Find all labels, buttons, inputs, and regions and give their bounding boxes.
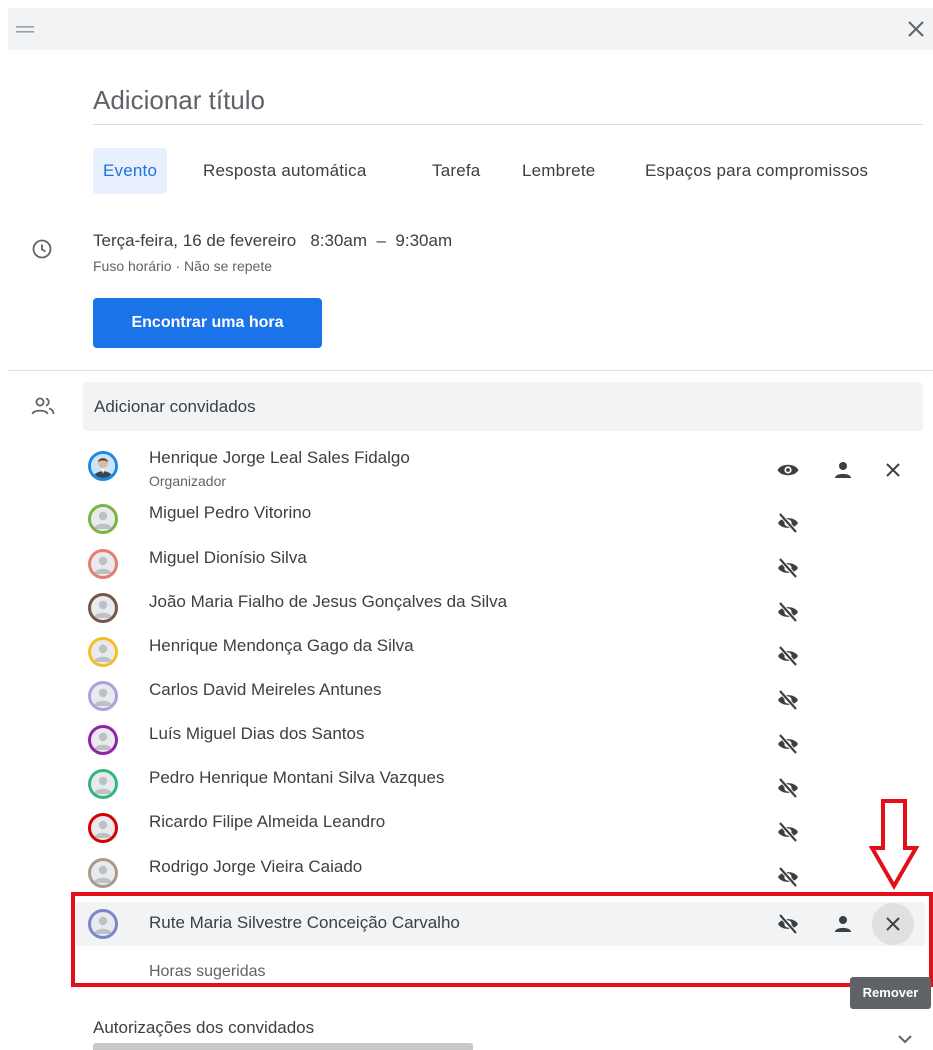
tab-espacos-compromissos[interactable]: Espaços para compromissos [645, 148, 868, 194]
event-end-time[interactable]: 9:30am [395, 231, 452, 250]
tab-resposta-automatica[interactable]: Resposta automática [203, 148, 367, 194]
guest-name: Pedro Henrique Montani Silva Vazques [149, 768, 445, 787]
hidden-eye-icon[interactable] [776, 600, 800, 624]
guest-name: Miguel Dionísio Silva [149, 548, 307, 567]
close-icon[interactable] [881, 458, 905, 482]
hidden-eye-icon[interactable] [776, 556, 800, 580]
hidden-eye-icon[interactable] [776, 644, 800, 668]
guest-name: Henrique Mendonça Gago da Silva [149, 636, 414, 655]
event-date[interactable]: Terça-feira, 16 de fevereiro [93, 231, 296, 250]
close-icon[interactable] [901, 14, 931, 44]
person-icon[interactable] [831, 912, 855, 936]
person-icon[interactable] [831, 458, 855, 482]
drag-handle-icon[interactable] [14, 19, 36, 39]
avatar [88, 769, 118, 799]
guest-row[interactable]: Miguel Dionísio Silva [76, 544, 925, 588]
timezone-link[interactable]: Fuso horário [93, 258, 172, 274]
suggested-times-link[interactable]: Horas sugeridas [149, 963, 266, 981]
tab-tarefa[interactable]: Tarefa [432, 148, 480, 194]
tab-lembrete[interactable]: Lembrete [522, 148, 595, 194]
visible-eye-icon[interactable] [776, 458, 800, 482]
hidden-eye-icon[interactable] [776, 912, 800, 936]
hidden-eye-icon[interactable] [776, 732, 800, 756]
title-input[interactable] [93, 80, 923, 120]
avatar [88, 813, 118, 843]
guest-row[interactable]: Henrique Mendonça Gago da Silva [76, 632, 925, 676]
dot-separator: · [175, 258, 181, 274]
guest-row[interactable]: João Maria Fialho de Jesus Gonçalves da … [76, 588, 925, 632]
guest-input-box [83, 382, 923, 431]
guest-name: Luís Miguel Dias dos Santos [149, 724, 365, 743]
chevron-down-icon[interactable] [894, 1030, 916, 1048]
guest-name: Ricardo Filipe Almeida Leandro [149, 812, 386, 831]
avatar [88, 909, 118, 939]
hidden-eye-icon[interactable] [776, 865, 800, 889]
tab-evento[interactable]: Evento [93, 148, 168, 194]
guest-row-organizer[interactable]: Henrique Jorge Leal Sales Fidalgo Organiz… [76, 446, 925, 490]
divider [8, 370, 933, 371]
avatar [88, 637, 118, 667]
time-options: Fuso horário · Não se repete [93, 258, 272, 274]
hidden-eye-icon[interactable] [776, 776, 800, 800]
hidden-eye-icon[interactable] [776, 820, 800, 844]
guest-name: João Maria Fialho de Jesus Gonçalves da … [149, 592, 508, 611]
guest-row[interactable]: Ricardo Filipe Almeida Leandro [76, 808, 925, 852]
avatar [88, 451, 118, 481]
avatar [88, 725, 118, 755]
hidden-eye-icon[interactable] [776, 688, 800, 712]
guest-permissions-label[interactable]: Autorizações dos convidados [93, 1018, 314, 1038]
red-arrow-annotation [869, 798, 919, 890]
event-start-time[interactable]: 8:30am [310, 231, 367, 250]
repeat-select[interactable]: Não se repete [184, 258, 272, 274]
guest-row[interactable]: Carlos David Meireles Antunes [76, 676, 925, 720]
avatar [88, 549, 118, 579]
guest-row[interactable]: Miguel Pedro Vitorino [76, 499, 925, 543]
organizer-label: Organizador [149, 473, 227, 489]
guest-name: Henrique Jorge Leal Sales Fidalgo [149, 448, 410, 467]
guest-row[interactable]: Rodrigo Jorge Vieira Caiado [76, 853, 925, 897]
guest-name: Carlos David Meireles Antunes [149, 680, 382, 699]
close-icon[interactable] [881, 912, 905, 936]
dialog-top-bar [8, 8, 933, 50]
guest-row[interactable]: Pedro Henrique Montani Silva Vazques [76, 764, 925, 808]
people-icon [30, 395, 56, 419]
avatar [88, 858, 118, 888]
avatar [88, 593, 118, 623]
title-field [93, 80, 923, 125]
avatar [88, 681, 118, 711]
guest-name: Rute Maria Silvestre Conceição Carvalho [149, 913, 460, 932]
event-datetime: Terça-feira, 16 de fevereiro 8:30am – 9:… [93, 231, 452, 251]
find-time-button[interactable]: Encontrar uma hora [93, 298, 322, 348]
hidden-eye-icon[interactable] [776, 511, 800, 535]
time-separator: – [376, 231, 386, 250]
add-guests-input[interactable] [83, 382, 923, 431]
guest-row[interactable]: Rute Maria Silvestre Conceição Carvalho [76, 902, 925, 946]
remove-tooltip: Remover [850, 977, 931, 1009]
guest-row[interactable]: Luís Miguel Dias dos Santos [76, 720, 925, 764]
clock-icon [31, 238, 53, 260]
permissions-subtext [93, 1043, 473, 1050]
avatar [88, 504, 118, 534]
guest-name: Miguel Pedro Vitorino [149, 503, 312, 522]
guest-name: Rodrigo Jorge Vieira Caiado [149, 857, 363, 876]
